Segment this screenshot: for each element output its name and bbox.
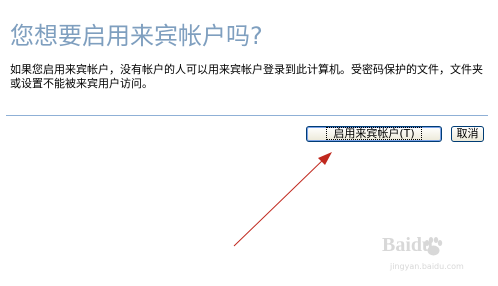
watermark-subtitle: jingyan.baidu.com	[390, 262, 464, 271]
annotation-arrow-line	[233, 156, 327, 247]
paw-icon	[424, 237, 443, 256]
baidu-watermark: Baidu jingyan.baidu.com	[380, 224, 492, 272]
